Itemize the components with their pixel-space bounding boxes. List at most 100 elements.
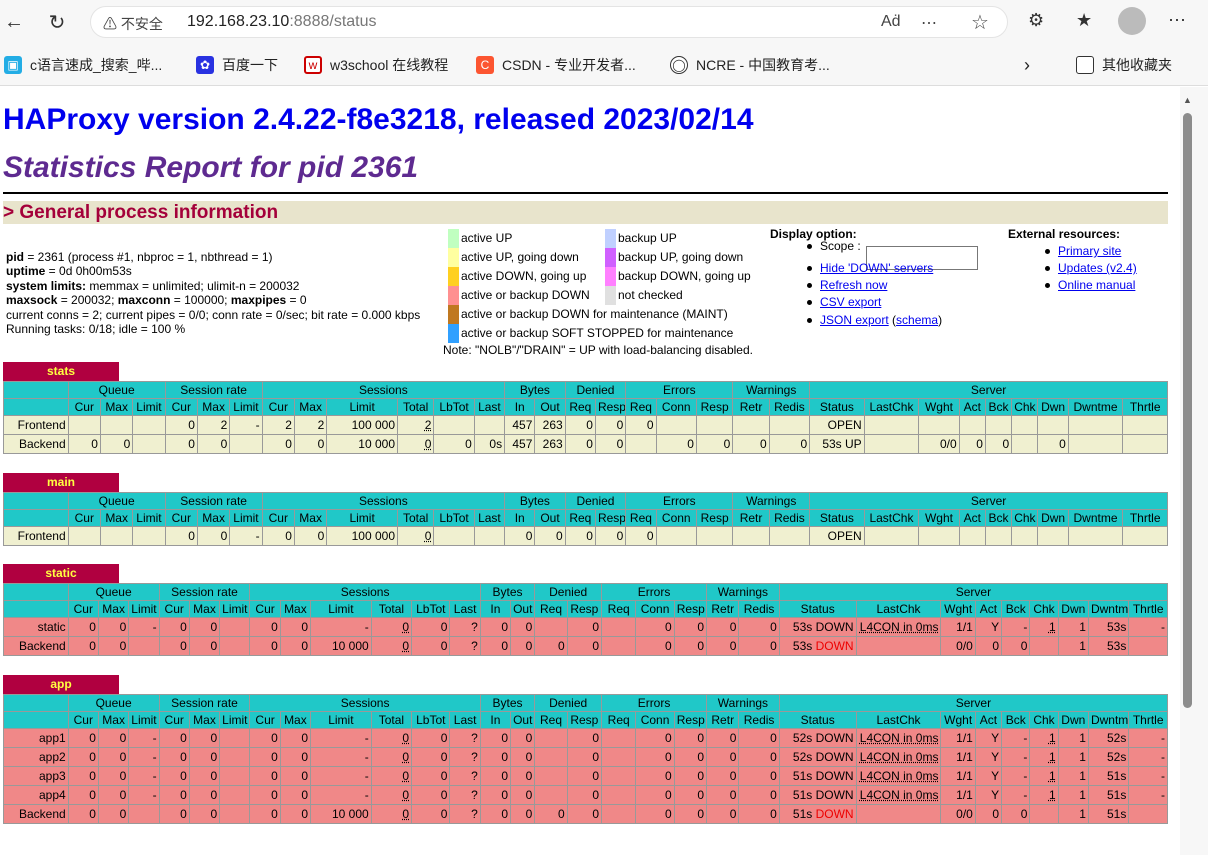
column-header: Req: [534, 711, 568, 729]
table-cell: [128, 636, 160, 656]
main-table: Queue Session rate Sessions Bytes Denied Erro…: [3, 492, 1168, 546]
proxy-name-cell[interactable]: Backend: [3, 434, 69, 454]
favorite-star-icon[interactable]: ☆: [971, 10, 989, 35]
table-cell: [768, 526, 811, 546]
column-header: Dwn: [1057, 711, 1089, 729]
table-cell: -: [128, 747, 160, 767]
table-cell: 0: [566, 747, 603, 767]
chevron-right-icon[interactable]: ›: [1024, 54, 1030, 76]
bookmark-ncre[interactable]: ◯ NCRE - 中国教育考...: [670, 54, 830, 76]
table-cell: [219, 636, 251, 656]
favorites-icon[interactable]: ★: [1076, 10, 1092, 31]
table-cell: 0: [635, 785, 675, 805]
table-cell: 0: [99, 434, 134, 454]
table-cell: 0: [164, 415, 198, 435]
proxy-name-cell[interactable]: static: [3, 617, 69, 637]
bookmark-other-folder[interactable]: 其他收藏夹: [1076, 54, 1172, 76]
column-header: Dwn: [1037, 398, 1069, 416]
proxy-tab-main[interactable]: main: [3, 473, 119, 492]
profile-avatar[interactable]: [1118, 7, 1146, 35]
column-header: Last: [449, 600, 481, 618]
table-cell: 0: [370, 804, 413, 824]
extensions-icon[interactable]: ⚙: [1028, 10, 1044, 31]
security-warning[interactable]: ⚠ 不安全: [103, 14, 163, 34]
reload-icon[interactable]: ↻: [43, 8, 71, 36]
proxy-tab-static[interactable]: static: [3, 564, 119, 583]
table-cell: -: [1128, 728, 1168, 748]
bookmark-baidu[interactable]: ✿ 百度一下: [196, 54, 278, 76]
proxy-name-cell[interactable]: app4: [3, 785, 69, 805]
url-text[interactable]: 192.168.23.10:8888/status: [187, 13, 377, 31]
column-header: Cur: [67, 398, 101, 416]
column-header: Dwntme: [1087, 600, 1130, 618]
table-cell: 0: [411, 785, 451, 805]
proxy-name-cell[interactable]: Frontend: [3, 526, 69, 546]
legend-swatch: [605, 229, 616, 248]
header-queue: Queue: [67, 492, 166, 510]
table-cell: 0: [433, 434, 475, 454]
table-cell: 0: [249, 804, 281, 824]
column-header: Redis: [768, 398, 811, 416]
table-cell: 0: [67, 728, 99, 748]
table-cell: 0: [411, 804, 451, 824]
proxy-tab-stats[interactable]: stats: [3, 362, 119, 381]
table-cell: -: [1128, 747, 1168, 767]
proxy-name-cell[interactable]: app3: [3, 766, 69, 786]
table-row: app1 0 0-0 0 0 0-0 0? 0 0 0 0 0 0 0 52s DOWN L4CON in 0…: [3, 728, 1168, 748]
proxy-name-cell[interactable]: Frontend: [3, 415, 69, 435]
table-cell: [1011, 434, 1039, 454]
scrollbar[interactable]: ▲: [1180, 87, 1208, 855]
table-cell: 0: [958, 434, 986, 454]
scrollbar-thumb[interactable]: [1183, 113, 1192, 708]
json-export-link[interactable]: JSON export: [820, 313, 889, 327]
bookmark-bilibili[interactable]: ▣ c语言速成_搜索_哔...: [4, 54, 162, 76]
stats-table: Queue Session rate Sessions Bytes Denied Erro…: [3, 381, 1168, 454]
column-header: Max: [293, 398, 328, 416]
csv-export-link[interactable]: CSV export: [806, 295, 881, 309]
schema-link[interactable]: schema: [896, 313, 938, 327]
header-blank: [3, 694, 69, 712]
menu-icon[interactable]: ⋯: [1168, 10, 1186, 31]
column-header: Last: [449, 711, 481, 729]
table-cell: L4CON in 0ms: [855, 747, 942, 767]
column-header: Redis: [738, 711, 780, 729]
table-cell: [67, 415, 101, 435]
primary-site-link[interactable]: Primary site: [1044, 244, 1121, 258]
hide-down-link[interactable]: Hide 'DOWN' servers: [806, 261, 933, 275]
proxy-name-cell[interactable]: Backend: [3, 804, 69, 824]
table-cell: -: [1001, 747, 1031, 767]
column-header: In: [479, 711, 512, 729]
header-warnings: Warnings: [732, 492, 811, 510]
table-cell: 0: [504, 526, 536, 546]
table-cell: [600, 636, 637, 656]
table-cell: ?: [449, 804, 481, 824]
updates-link[interactable]: Updates (v2.4): [1045, 261, 1137, 275]
header-srate: Session rate: [164, 381, 263, 399]
table-cell: 0: [635, 747, 675, 767]
table-cell: 53s UP: [809, 434, 865, 454]
scroll-up-icon[interactable]: ▲: [1183, 95, 1192, 105]
header-warnings: Warnings: [732, 381, 811, 399]
table-cell: [600, 804, 637, 824]
back-icon[interactable]: ←: [0, 8, 28, 36]
table-cell: 263: [534, 415, 566, 435]
proxy-name-cell[interactable]: app1: [3, 728, 69, 748]
bookmark-w3school[interactable]: w w3school 在线教程: [304, 54, 448, 76]
table-cell: 0: [479, 617, 512, 637]
column-header: Cur: [164, 398, 198, 416]
proxy-tab-app[interactable]: app: [3, 675, 119, 694]
column-header: Thrtle: [1122, 509, 1168, 527]
online-manual-link[interactable]: Online manual: [1044, 278, 1135, 292]
table-cell: -: [128, 728, 160, 748]
read-aloud-icon[interactable]: Aḋ: [881, 13, 901, 31]
address-bar[interactable]: ⚠ 不安全 192.168.23.10:8888/status Aḋ ⋯ ☆: [90, 6, 1008, 38]
header-queue: Queue: [67, 694, 160, 712]
proxy-name-cell[interactable]: app2: [3, 747, 69, 767]
bookmark-csdn[interactable]: C CSDN - 专业开发者...: [476, 54, 636, 76]
more-icon[interactable]: ⋯: [921, 13, 937, 33]
proxy-name-cell[interactable]: Backend: [3, 636, 69, 656]
table-cell: 1: [1057, 747, 1089, 767]
refresh-link[interactable]: Refresh now: [806, 278, 887, 292]
table-cell: 52s DOWN: [778, 747, 857, 767]
column-header: Retr: [706, 600, 740, 618]
